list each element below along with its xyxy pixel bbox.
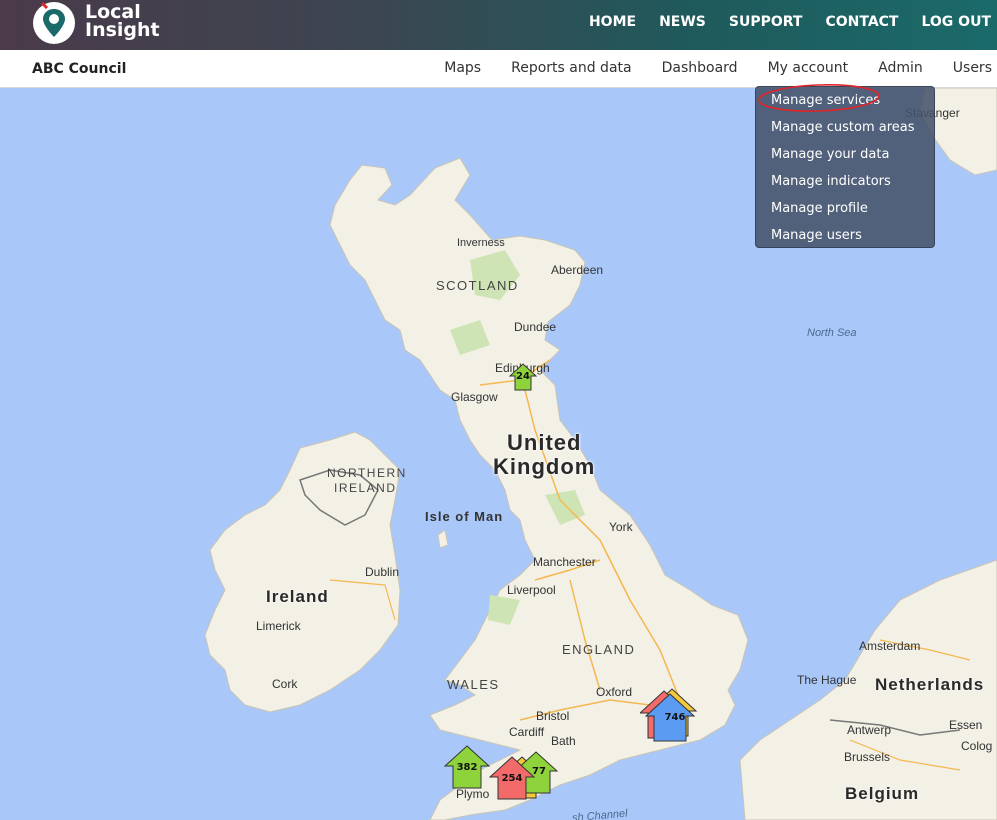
nav-support[interactable]: SUPPORT (729, 14, 803, 30)
label-liverpool: Liverpool (507, 583, 556, 597)
label-belgium: Belgium (845, 784, 920, 803)
label-united: United (507, 430, 582, 455)
marker-count: 746 (664, 712, 686, 723)
label-aberdeen: Aberdeen (551, 263, 604, 277)
service-marker-london[interactable]: 746 (640, 688, 698, 742)
nav-contact[interactable]: CONTACT (825, 14, 898, 30)
logo-line2: Insight (85, 19, 160, 41)
marker-count: 254 (501, 773, 523, 784)
menu-manage-custom-areas[interactable]: Manage custom areas (756, 118, 934, 145)
label-wales: WALES (447, 677, 500, 692)
menu-manage-indicators[interactable]: Manage indicators (756, 172, 934, 199)
service-marker-devon-red[interactable]: 254 (489, 756, 535, 800)
menu-manage-your-data[interactable]: Manage your data (756, 145, 934, 172)
council-name: ABC Council (32, 61, 127, 77)
label-the-hague: The Hague (797, 673, 857, 687)
label-plymouth: Plymo (456, 787, 490, 801)
label-essen: Essen (949, 718, 983, 732)
label-northern: NORTHERN (327, 466, 407, 480)
label-cardiff: Cardiff (509, 725, 545, 739)
label-oxford: Oxford (596, 685, 633, 699)
service-marker-edinburgh[interactable]: 24 (509, 363, 537, 391)
top-banner: Local Insight HOME NEWS SUPPORT CONTACT … (0, 0, 997, 50)
label-inverness: Inverness (457, 237, 505, 249)
label-bath: Bath (551, 734, 576, 748)
label-scotland: SCOTLAND (436, 278, 519, 293)
label-north-sea: North Sea (807, 327, 857, 339)
service-marker-plymouth[interactable]: 382 (444, 745, 490, 789)
label-cork: Cork (272, 677, 298, 691)
label-manchester: Manchester (533, 555, 596, 569)
logo-pin-icon[interactable] (33, 2, 75, 44)
nav-logout[interactable]: LOG OUT (921, 14, 991, 30)
label-antwerp: Antwerp (847, 723, 892, 737)
label-ireland: Ireland (266, 587, 329, 606)
menu-manage-users[interactable]: Manage users (756, 226, 934, 253)
label-limerick: Limerick (256, 619, 301, 633)
nav-maps[interactable]: Maps (444, 60, 481, 76)
nav-reports-and-data[interactable]: Reports and data (511, 60, 631, 76)
marker-count: 382 (456, 762, 478, 773)
label-netherlands: Netherlands (875, 675, 985, 694)
nav-home[interactable]: HOME (589, 14, 636, 30)
sub-nav: Maps Reports and data Dashboard My accou… (444, 60, 992, 76)
nav-admin[interactable]: Admin (878, 60, 923, 76)
top-nav: HOME NEWS SUPPORT CONTACT LOG OUT (589, 14, 991, 30)
label-amsterdam: Amsterdam (859, 639, 921, 653)
nav-dashboard[interactable]: Dashboard (662, 60, 738, 76)
label-cologne: Colog (961, 739, 993, 753)
label-dundee: Dundee (514, 320, 557, 334)
label-kingdom: Kingdom (493, 454, 596, 479)
logo-text[interactable]: Local Insight (85, 3, 160, 41)
label-dublin: Dublin (365, 565, 400, 579)
label-bristol: Bristol (536, 709, 570, 723)
label-northern-ireland: IRELAND (334, 481, 397, 495)
nav-my-account[interactable]: My account (768, 60, 849, 76)
menu-manage-profile[interactable]: Manage profile (756, 199, 934, 226)
nav-users[interactable]: Users (953, 60, 992, 76)
label-isle-of-man: Isle of Man (425, 509, 504, 524)
nav-news[interactable]: NEWS (659, 14, 706, 30)
highlight-annotation (758, 84, 880, 112)
label-york: York (609, 520, 633, 534)
label-england: ENGLAND (562, 642, 636, 657)
marker-count: 24 (516, 371, 530, 382)
label-glasgow: Glasgow (451, 390, 498, 404)
label-brussels: Brussels (844, 750, 891, 764)
